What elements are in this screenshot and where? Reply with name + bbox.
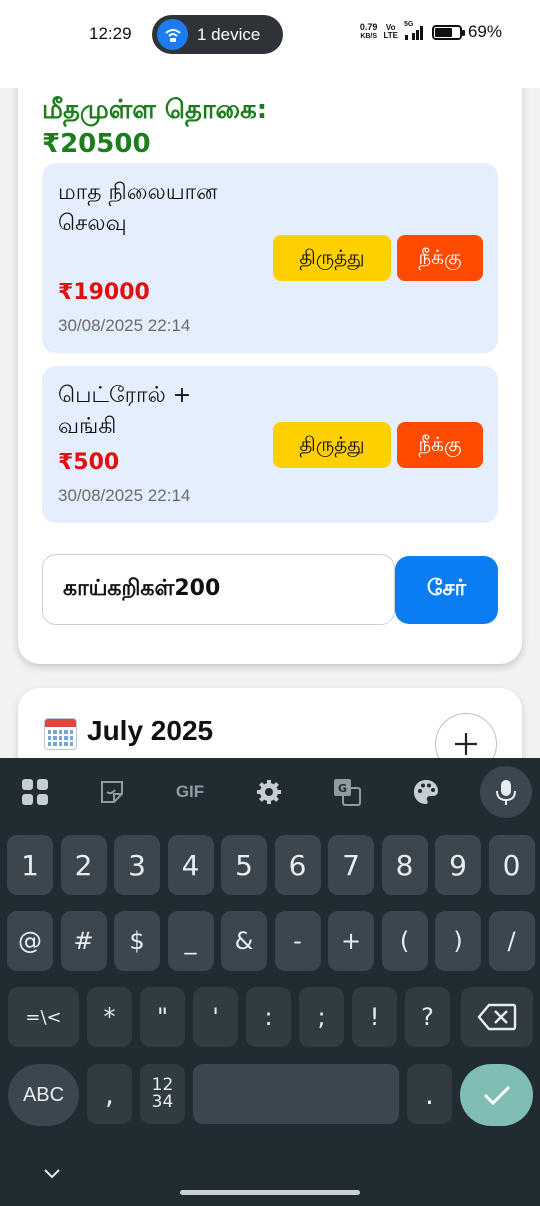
remaining-amount: ₹20500 <box>42 129 151 159</box>
volte-bottom: LTE <box>383 31 398 40</box>
battery-percent: 69% <box>467 22 502 41</box>
remaining-label: மீதமுள்ள தொகை: <box>42 95 268 125</box>
delete-button[interactable]: நீக்கு <box>397 422 483 468</box>
key[interactable]: 8 <box>381 835 428 895</box>
signal-icon: 5G <box>404 21 426 40</box>
status-time: 12:29 <box>89 24 132 43</box>
key[interactable]: 6 <box>274 835 321 895</box>
net-speed: 0.79 KB/S <box>360 23 378 41</box>
status-bar: 12:29 1 device 0.79 KB/S Vo LTE 5G 69% <box>0 0 540 88</box>
key[interactable]: =\< <box>8 987 79 1047</box>
numpad-key[interactable]: 12 34 <box>140 1064 185 1124</box>
mic-button[interactable] <box>480 766 532 818</box>
mic-icon <box>496 780 516 805</box>
volte-icon: Vo LTE <box>383 24 398 40</box>
key[interactable]: * <box>87 987 132 1047</box>
plus-icon <box>455 733 477 755</box>
key[interactable]: : <box>246 987 291 1047</box>
expense-item: பெட்ரோல் + வங்கி ₹500 30/08/2025 22:14 த… <box>42 366 498 523</box>
sticker-icon[interactable] <box>92 772 132 812</box>
comma-key[interactable]: , <box>87 1064 132 1124</box>
gif-button[interactable]: GIF <box>170 772 210 812</box>
calendar-icon <box>44 718 77 750</box>
key[interactable]: + <box>328 911 374 971</box>
key[interactable]: / <box>488 911 535 971</box>
expense-date: 30/08/2025 22:14 <box>58 486 191 505</box>
key[interactable]: ! <box>352 987 397 1047</box>
net-speed-unit: KB/S <box>360 33 378 40</box>
edit-button[interactable]: திருத்து <box>273 422 391 468</box>
device-pill[interactable]: 1 device <box>152 15 283 54</box>
key[interactable]: " <box>140 987 185 1047</box>
expense-date: 30/08/2025 22:14 <box>58 316 191 335</box>
key[interactable]: 2 <box>60 835 107 895</box>
expense-amount: ₹500 <box>58 450 120 475</box>
keyboard: GIF G 1234567890 @ # $ _ & - +() / =\< *… <box>0 758 540 1206</box>
status-icons: 0.79 KB/S Vo LTE 5G 69% <box>360 21 502 42</box>
settings-gear-icon[interactable] <box>249 772 289 812</box>
battery-icon <box>431 24 465 40</box>
apps-grid-icon[interactable] <box>15 772 55 812</box>
key[interactable]: _ <box>167 911 214 971</box>
expense-input[interactable]: காய்கறிகள்200 <box>42 554 395 625</box>
key[interactable]: ) <box>435 911 481 971</box>
palette-icon[interactable] <box>406 772 446 812</box>
key[interactable]: ? <box>405 987 450 1047</box>
key[interactable]: @ <box>7 911 53 971</box>
key[interactable]: 0 <box>488 835 535 895</box>
translate-icon[interactable]: G <box>327 772 367 812</box>
key[interactable]: # <box>60 911 107 971</box>
key[interactable]: ' <box>193 987 238 1047</box>
add-button[interactable]: சேர் <box>395 556 498 624</box>
battery-fill <box>434 27 452 37</box>
chevron-down-icon[interactable] <box>40 1162 64 1186</box>
expense-title: பெட்ரோல் + வங்கி <box>58 383 192 439</box>
month-title: July 2025 <box>87 715 214 746</box>
numpad-bottom: 34 <box>151 1092 174 1112</box>
budget-card: மீதமுள்ள தொகை: ₹20500 மாத நிலையான செலவு … <box>18 60 522 664</box>
space-key[interactable] <box>193 1064 399 1124</box>
expense-amount: ₹19000 <box>58 280 150 305</box>
key[interactable]: 5 <box>221 835 267 895</box>
key[interactable]: 9 <box>435 835 481 895</box>
key[interactable]: 4 <box>167 835 214 895</box>
key[interactable]: - <box>274 911 321 971</box>
backspace-icon <box>477 1003 517 1031</box>
device-pill-label: 1 device <box>197 24 261 44</box>
key[interactable]: ( <box>381 911 428 971</box>
backspace-key[interactable] <box>461 987 533 1047</box>
net-speed-value: 0.79 <box>359 22 378 32</box>
remaining-balance: மீதமுள்ள தொகை: ₹20500 <box>42 93 402 161</box>
expense-item: மாத நிலையான செலவு ₹19000 30/08/2025 22:1… <box>42 163 498 353</box>
key[interactable]: 7 <box>328 835 374 895</box>
key[interactable]: $ <box>114 911 160 971</box>
key[interactable]: & <box>221 911 267 971</box>
edit-button[interactable]: திருத்து <box>273 235 391 281</box>
check-icon <box>483 1085 510 1106</box>
svg-text:G: G <box>338 782 347 795</box>
key[interactable]: 3 <box>114 835 160 895</box>
nav-handle <box>180 1190 360 1195</box>
enter-button[interactable] <box>460 1064 533 1126</box>
key[interactable]: ; <box>299 987 344 1047</box>
expense-title: மாத நிலையான செலவு <box>58 180 218 236</box>
key[interactable]: 1 <box>7 835 53 895</box>
abc-key[interactable]: ABC <box>8 1064 79 1126</box>
delete-button[interactable]: நீக்கு <box>397 235 483 281</box>
period-key[interactable]: . <box>407 1064 452 1124</box>
hotspot-icon <box>157 19 188 50</box>
